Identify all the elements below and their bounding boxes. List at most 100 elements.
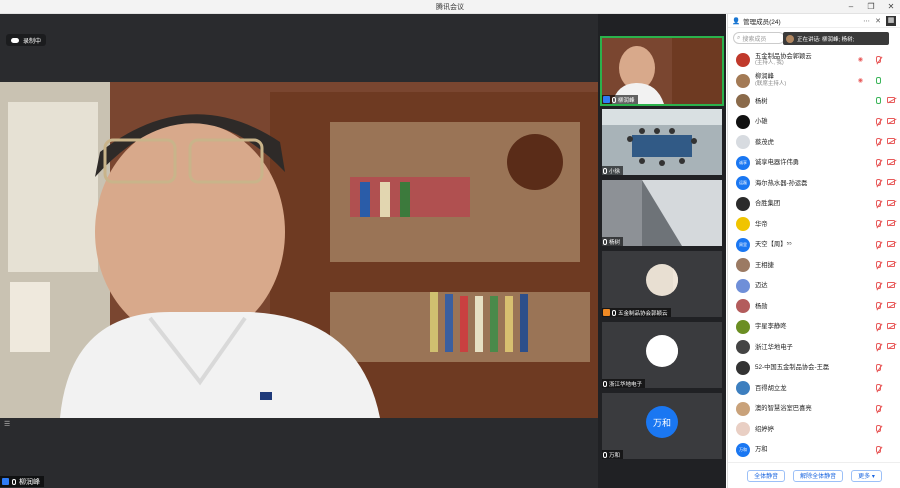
participant-row[interactable]: 五金制品协会郭颖云 (主持人, 我) ◉ (728, 50, 900, 71)
mic-muted-icon[interactable] (876, 220, 881, 227)
participant-row[interactable]: 杨树 (728, 91, 900, 112)
avatar (646, 264, 678, 296)
participant-name-text: 杨树 (755, 97, 768, 105)
thumbnail-5[interactable]: 万和 万和 (602, 393, 722, 459)
participant-row[interactable]: 绍婷婷 (728, 419, 900, 440)
participant-row[interactable]: 52-中国五金制品协会-王磊 (728, 358, 900, 379)
participant-name-text: 五金制品协会郭颖云 (755, 52, 812, 60)
mic-muted-icon[interactable] (876, 138, 881, 145)
mic-muted-icon[interactable] (876, 281, 881, 289)
mic-muted-icon[interactable] (876, 445, 881, 453)
participant-row[interactable]: 宇星李静咚 (728, 317, 900, 338)
avatar (736, 381, 750, 396)
participant-name-text: 华帝 (755, 220, 768, 228)
camera-off-icon[interactable] (887, 302, 895, 308)
mic-icon[interactable] (876, 76, 881, 84)
participant-row[interactable]: 小雄 (728, 112, 900, 133)
mic-muted-icon[interactable] (876, 179, 881, 186)
mic-muted-icon[interactable] (876, 404, 881, 412)
camera-off-icon[interactable] (887, 281, 895, 288)
participant-row[interactable]: 蔡茂虎 (728, 132, 900, 153)
camera-off-icon[interactable] (887, 97, 895, 103)
mic-icon[interactable] (876, 97, 881, 104)
thumbnail-0[interactable]: 柳润峰 (600, 36, 724, 106)
participant-row[interactable]: 万和 万和 (728, 440, 900, 461)
camera-off-icon[interactable] (887, 261, 895, 267)
cloud-icon (11, 37, 19, 43)
unmute-all-button[interactable]: 解除全体静音 (793, 469, 844, 482)
participant-row[interactable]: 诚享 诚享电器许伟勇 (728, 153, 900, 174)
participant-row[interactable]: 澳的智慧浴室巴喜亮 (728, 399, 900, 420)
panel-header: 👤 管理成员(24) ⋯ ✕ ▦ (728, 14, 900, 28)
participant-name: 52-中国五金制品协会-王磊 (755, 364, 829, 372)
grid-icon[interactable]: ▦ (886, 15, 896, 26)
mic-muted-icon[interactable] (876, 302, 881, 309)
eye-icon[interactable]: ◉ (858, 56, 863, 63)
thumbnail-1[interactable]: 小徐 (602, 109, 722, 175)
close-icon[interactable]: ✕ (886, 1, 896, 13)
mic-muted-icon[interactable] (876, 261, 881, 268)
mic-muted-icon[interactable] (876, 384, 881, 391)
main-video[interactable] (0, 82, 598, 418)
participant-name-text: 柳润峰 (755, 73, 774, 81)
avatar (736, 340, 750, 355)
thumbnail-2[interactable]: 杨树 (602, 180, 722, 246)
avatar (736, 422, 750, 437)
camera-off-icon[interactable] (887, 240, 895, 247)
participant-row[interactable]: 周里 天空【周】⁵⁵ (728, 235, 900, 256)
restore-icon[interactable]: ❐ (866, 1, 876, 13)
thumbnail-3[interactable]: 五金制品协会郭颖云 (602, 251, 722, 317)
mic-muted-icon[interactable] (876, 425, 881, 432)
camera-off-icon[interactable] (887, 138, 895, 144)
participant-role: (联席主持人) (755, 80, 787, 87)
mic-icon (12, 478, 16, 485)
camera-off-icon[interactable] (887, 117, 895, 124)
camera-off-icon[interactable] (887, 179, 895, 185)
thumbnail-name: 万和 (609, 452, 621, 459)
mic-muted-icon[interactable] (876, 158, 881, 166)
camera-off-icon[interactable] (887, 158, 895, 165)
mic-muted-icon[interactable] (876, 363, 881, 371)
mic-muted-icon[interactable] (876, 117, 881, 125)
avatar (786, 34, 794, 43)
participant-name: 万和 (755, 446, 768, 454)
camera-off-icon[interactable] (887, 199, 895, 206)
participant-name: 海尔热水器-孙运磊 (755, 180, 807, 188)
search-input[interactable]: ⌕ 搜索成员 (733, 32, 785, 44)
host-icon (2, 478, 9, 485)
mute-all-button[interactable]: 全体静音 (747, 469, 786, 482)
more-dots-icon[interactable]: ⋯ (863, 17, 870, 25)
more-button[interactable]: 更多 ▾ (851, 469, 882, 482)
people-icon: 👤 (732, 17, 741, 25)
eye-icon[interactable]: ◉ (858, 77, 863, 84)
participant-name-text: 浙江华地电子 (755, 343, 793, 351)
camera-off-icon[interactable] (887, 343, 895, 349)
participant-row[interactable]: 合胜集团 (728, 194, 900, 215)
participant-row[interactable]: 柳润峰 (联席主持人) ◉ (728, 71, 900, 92)
mic-muted-icon[interactable] (876, 343, 881, 350)
search-placeholder: 搜索成员 (742, 36, 767, 43)
minimize-icon[interactable]: – (846, 1, 856, 13)
participant-row[interactable]: 杨勋 (728, 296, 900, 317)
participant-row[interactable]: 王相捷 (728, 255, 900, 276)
mic-icon (612, 309, 616, 316)
participant-row[interactable]: 百得胡立龙 (728, 378, 900, 399)
participant-row[interactable]: 迈达 (728, 276, 900, 297)
mic-muted-icon[interactable] (876, 322, 881, 330)
participant-row[interactable]: 浙江华地电子 (728, 337, 900, 358)
side-handle-icon[interactable]: ☰ (4, 420, 10, 428)
camera-off-icon[interactable] (887, 322, 895, 329)
participant-name-text: 迈达 (755, 282, 768, 289)
participant-row[interactable]: 华帝 (728, 214, 900, 235)
mic-muted-icon[interactable] (876, 56, 881, 63)
participant-name-text: 绍婷婷 (755, 425, 774, 433)
recording-label: 录制中 (23, 38, 42, 45)
avatar: 万和 (646, 406, 678, 438)
mic-muted-icon[interactable] (876, 240, 881, 248)
speaking-text: 正在讲话: 柳润峰; 杨树; (797, 36, 855, 43)
thumbnail-4[interactable]: 浙江华地电子 (602, 322, 722, 388)
close-icon[interactable]: ✕ (875, 17, 881, 25)
camera-off-icon[interactable] (887, 220, 895, 226)
mic-muted-icon[interactable] (876, 199, 881, 207)
participant-row[interactable]: 运磊 海尔热水器-孙运磊 (728, 173, 900, 194)
